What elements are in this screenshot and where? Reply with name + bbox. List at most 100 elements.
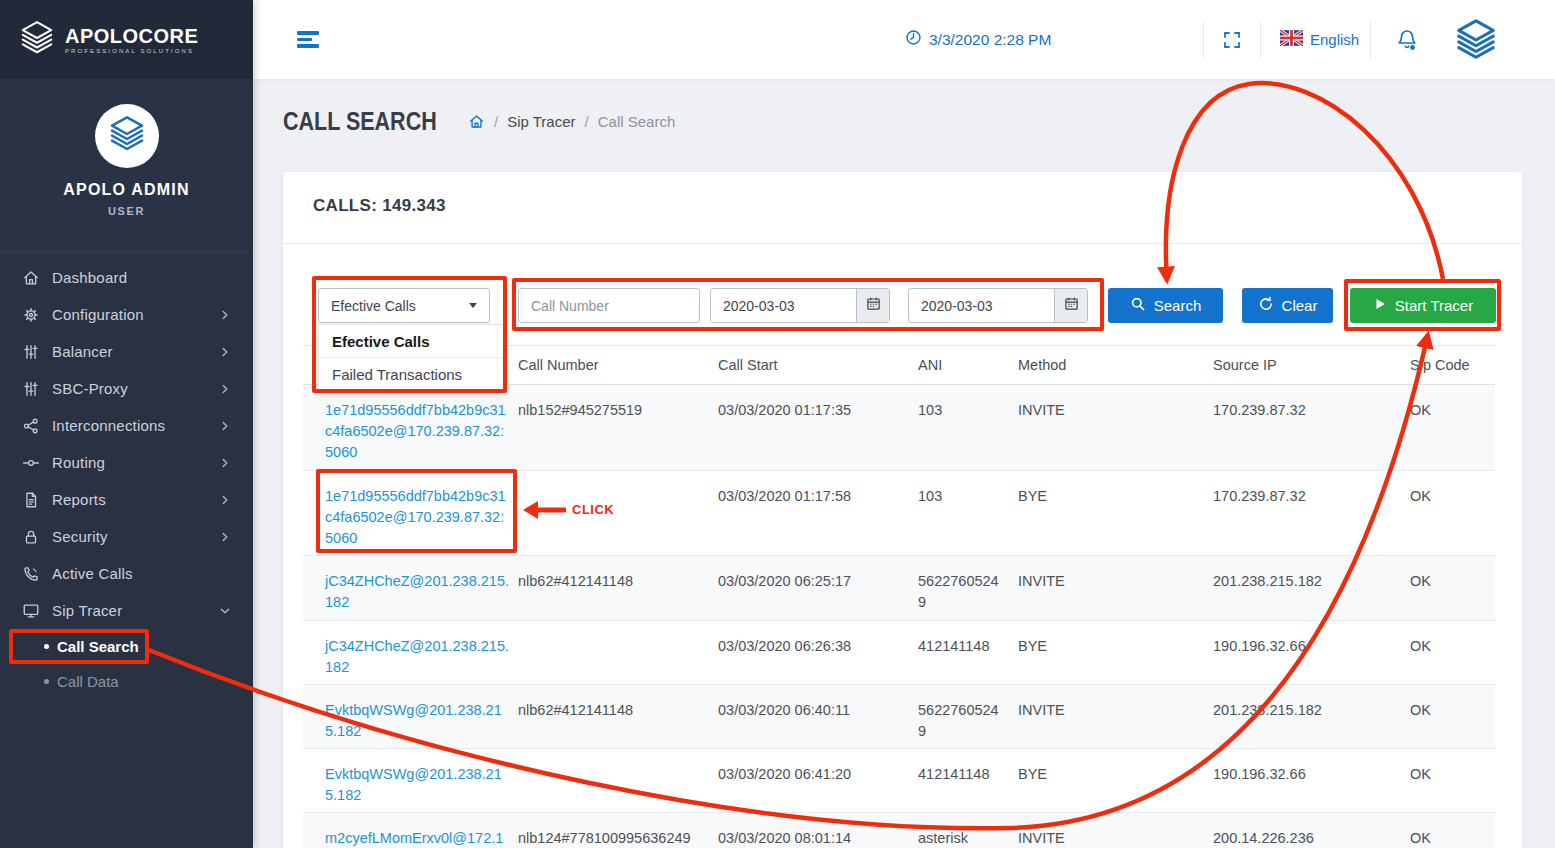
search-button[interactable]: Search [1108,288,1223,323]
submenu-label: Call Data [57,673,119,690]
cell-call-id: EvktbqWSWg@201.238.215.182 [303,685,518,749]
sidebar-item-interconnections[interactable]: Interconnections [0,407,253,444]
cell-ani: 56227605249 [918,685,1018,749]
sidebar-item-security[interactable]: Security [0,518,253,555]
monitor-icon [22,602,40,620]
sidebar-item-routing[interactable]: Routing [0,444,253,481]
cell-ani: 103 [918,385,1018,471]
cell-call-number [518,621,718,685]
sidebar-item-active-calls[interactable]: Active Calls [0,555,253,592]
date-to-input[interactable]: 2020-03-03 [909,289,1054,322]
search-icon [1130,296,1146,315]
cell-call-id: 1e71d95556ddf7bb42b9c31c4fa6502e@170.239… [303,385,518,471]
cell-source-ip: 190.196.32.66 [1213,749,1410,813]
cell-call-start: 03/03/2020 06:41:20 [718,749,918,813]
cell-method: INVITE [1018,385,1213,471]
cell-call-start: 03/03/2020 06:26:38 [718,621,918,685]
profile-role: USER [0,205,253,217]
divider [283,243,1522,244]
call-id-link[interactable]: jC34ZHCheZ@201.238.215.182 [325,638,509,675]
chevron-right-icon [219,531,231,543]
call-number-input[interactable]: Call Number [518,288,700,323]
breadcrumb-sip-tracer[interactable]: Sip Tracer [507,113,575,130]
call-id-link[interactable]: 1e71d95556ddf7bb42b9c31c4fa6502e@170.239… [325,402,506,460]
cell-call-number [518,749,718,813]
col-header-ani: ANI [918,346,1018,385]
sliders-icon [22,343,40,361]
fullscreen-icon[interactable] [1222,30,1242,54]
date-from-calendar-button[interactable] [856,289,889,322]
cell-method: INVITE [1018,556,1213,621]
divider [1203,21,1204,59]
cell-call-number: nlb62#412141148 [518,556,718,621]
cell-source-ip: 190.196.32.66 [1213,621,1410,685]
call-row: EvktbqWSWg@201.238.215.182 03/03/2020 06:… [303,749,1495,813]
home-icon [22,269,40,287]
call-id-link[interactable]: 1e71d95556ddf7bb42b9c31c4fa6502e@170.239… [325,488,506,546]
cell-call-id: jC34ZHCheZ@201.238.215.182 [303,556,518,621]
call-id-link[interactable]: m2cyefLMomErxv0l@172.1 [325,830,503,846]
datetime: 3/3/2020 2:28 PM [905,0,1051,79]
notifications-bell-icon[interactable] [1396,28,1418,56]
menu-toggle-icon[interactable] [297,31,319,51]
cell-method: BYE [1018,471,1213,556]
cell-ani: 103 [918,471,1018,556]
col-header-method: Method [1018,346,1213,385]
date-to-calendar-button[interactable] [1054,289,1087,322]
cell-call-id: jC34ZHCheZ@201.238.215.182 [303,621,518,685]
sidebar-item-label: Reports [52,491,219,508]
sidebar-item-dashboard[interactable]: Dashboard [0,259,253,296]
phone-icon [22,565,40,583]
call-id-link[interactable]: EvktbqWSWg@201.238.215.182 [325,766,502,803]
uk-flag-icon [1280,30,1303,49]
lock-icon [22,528,40,546]
cell-ani: 56227605249 [918,556,1018,621]
sidebar-item-sbc-proxy[interactable]: SBC-Proxy [0,370,253,407]
call-id-link[interactable]: jC34ZHCheZ@201.238.215.182 [325,573,509,610]
date-to-group: 2020-03-03 [908,288,1088,323]
sidebar-subitem-call-data[interactable]: Call Data [0,664,253,699]
cell-sip-code: OK [1410,685,1495,749]
start-tracer-button[interactable]: Start Tracer [1350,288,1496,323]
call-id-link[interactable]: EvktbqWSWg@201.238.215.182 [325,702,502,739]
cell-call-id: EvktbqWSWg@201.238.215.182 [303,749,518,813]
app-logo-icon[interactable] [1453,17,1499,67]
cell-source-ip: 170.239.87.32 [1213,385,1410,471]
cell-call-number: nlb152#945275519 [518,385,718,471]
chevron-right-icon [219,383,231,395]
cell-call-start: 03/03/2020 06:25:17 [718,556,918,621]
clear-button[interactable]: Clear [1242,288,1333,323]
call-type-option-efective-calls[interactable]: Efective Calls [319,325,503,358]
cell-source-ip: 170.239.87.32 [1213,471,1410,556]
gear-icon [22,306,40,324]
profile-name: APOLO ADMIN [0,181,253,199]
user-profile: APOLO ADMIN USER [0,79,253,253]
date-from-input[interactable]: 2020-03-03 [711,289,856,322]
cell-ani: 412141148 [918,749,1018,813]
divider [1370,21,1371,59]
clock-icon [905,29,922,50]
sliders-icon [22,380,40,398]
cell-source-ip: 201.238.215.182 [1213,685,1410,749]
sidebar-item-configuration[interactable]: Configuration [0,296,253,333]
sidebar-item-reports[interactable]: Reports [0,481,253,518]
cell-sip-code: OK [1410,471,1495,556]
cell-ani: 412141148 [918,621,1018,685]
sidebar-item-balancer[interactable]: Balancer [0,333,253,370]
cell-call-id: m2cyefLMomErxv0l@172.1 [303,813,518,848]
sidebar-subitem-call-search[interactable]: Call Search [0,629,253,664]
call-type-selected-value: Efective Calls [331,298,416,314]
cell-source-ip: 200.14.226.236 [1213,813,1410,848]
call-type-select[interactable]: Efective Calls [318,288,490,323]
language-selector[interactable]: English [1280,0,1359,79]
cell-call-number: nlb62#412141148 [518,685,718,749]
chevron-right-icon [219,309,231,321]
cell-call-start: 03/03/2020 06:40:11 [718,685,918,749]
home-icon[interactable] [468,113,485,130]
call-type-option-failed-transactions[interactable]: Failed Transactions [319,358,503,391]
sidebar-item-sip-tracer[interactable]: Sip Tracer [0,592,253,629]
avatar-logo-icon [107,114,147,158]
cell-sip-code: OK [1410,621,1495,685]
sidebar: APOLOCORE PROFESSIONAL SOLUTIONS APOLO A… [0,0,253,848]
share-icon [22,417,40,435]
